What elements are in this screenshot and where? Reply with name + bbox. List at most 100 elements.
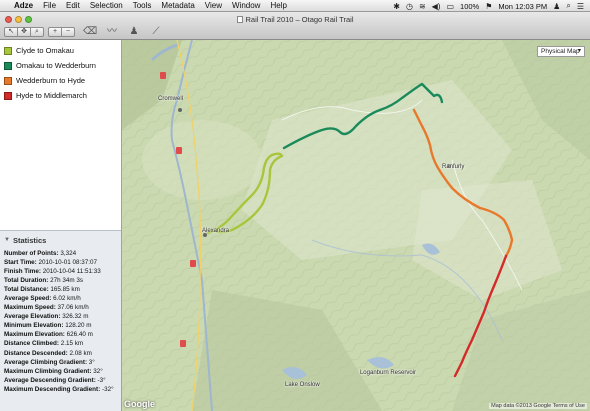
statistics-value: 3,324 xyxy=(60,250,77,257)
menu-edit[interactable]: Edit xyxy=(66,1,80,10)
map-label-cromwell: Cromwell xyxy=(158,96,184,102)
menu-file[interactable]: File xyxy=(43,1,56,10)
menu-tools[interactable]: Tools xyxy=(133,1,152,10)
pin-tool-icon[interactable]: ♟ xyxy=(127,26,141,38)
statistics-label: Maximum Speed: xyxy=(4,304,56,312)
toolbar: ↖ ✥ ⌕ + − ⌫ 〰 ♟ ⟋ xyxy=(4,26,163,38)
statistics-value: 32° xyxy=(93,367,103,375)
clock[interactable]: Mon 12:03 PM xyxy=(498,2,547,11)
statistics-label: Maximum Descending Gradient: xyxy=(4,385,101,393)
statistics-label: Distance Descended: xyxy=(4,349,68,357)
statistics-value: 2010-10-04 11:51:33 xyxy=(42,268,101,276)
zoom-tool-icon[interactable]: ⌕ xyxy=(30,27,44,37)
add-button[interactable]: + xyxy=(48,27,62,37)
track-color-swatch xyxy=(4,46,12,55)
google-logo[interactable]: Google xyxy=(124,399,155,409)
statistics-row: Maximum Climbing Gradient: 32° xyxy=(4,367,117,376)
statistics-rows: Number of Points: 3,324 Start Time: 2010-… xyxy=(4,249,117,394)
menu-help[interactable]: Help xyxy=(270,1,286,10)
window-title-text: Rail Trail 2010 – Otago Rail Trail xyxy=(245,15,354,24)
notification-list-icon[interactable]: ☰ xyxy=(577,2,584,11)
statistics-row: Distance Descended: 2.08 km xyxy=(4,349,117,358)
highway-shield-icon xyxy=(176,147,182,154)
statistics-value: 2010-10-01 08:37:07 xyxy=(38,259,98,267)
select-tool-icon[interactable]: ↖ xyxy=(4,27,18,37)
highway-shield-icon xyxy=(190,260,196,267)
track-name: Hyde to Middlemarch xyxy=(16,91,87,100)
statistics-value: 326.32 m xyxy=(62,313,89,321)
statistics-row: Distance Climbed: 2.15 km xyxy=(4,339,117,348)
map-label-ranfurly: Ranfurly xyxy=(442,164,465,170)
menu-window[interactable]: Window xyxy=(232,1,260,10)
track-name: Clyde to Omakau xyxy=(16,46,74,55)
menu-view[interactable]: View xyxy=(205,1,222,10)
statistics-label: Average Speed: xyxy=(4,295,52,303)
statistics-value: -3° xyxy=(97,376,106,384)
statistics-label: Finish Time: xyxy=(4,268,41,276)
track-color-swatch xyxy=(4,76,12,85)
map-type-select[interactable]: Physical Map xyxy=(537,46,585,57)
track-item[interactable]: Omakau to Wedderburn xyxy=(0,58,121,73)
bluetooth-icon[interactable]: ✱ xyxy=(393,2,400,11)
track-color-swatch xyxy=(4,61,12,70)
statistics-value: 37.06 km/h xyxy=(57,304,89,312)
menu-app-name[interactable]: Adze xyxy=(14,1,33,10)
track-name: Omakau to Wedderburn xyxy=(16,61,96,70)
status-tray: ✱ ◷ ≋ ◀) ▭ 100% ⚑ Mon 12:03 PM ♟ ⌕ ☰ xyxy=(393,0,584,12)
statistics-panel: ▼ Statistics Number of Points: 3,324 Star… xyxy=(0,230,121,411)
statistics-row: Maximum Elevation: 626.40 m xyxy=(4,330,117,339)
tag-tool-icon[interactable]: ⌫ xyxy=(83,26,97,38)
statistics-row: Minimum Elevation: 128.20 m xyxy=(4,321,117,330)
spotlight-search-icon[interactable]: ⌕ xyxy=(566,1,570,11)
statistics-row: Maximum Speed: 37.06 km/h xyxy=(4,303,117,312)
menu-selection[interactable]: Selection xyxy=(90,1,123,10)
menu-bar: Adze File Edit Selection Tools Metadata … xyxy=(0,0,590,12)
disclosure-triangle-icon[interactable]: ▼ xyxy=(4,237,10,243)
time-machine-icon[interactable]: ◷ xyxy=(406,2,413,11)
sidebar: Clyde to Omakau Omakau to Wedderburn Wed… xyxy=(0,40,122,411)
window-titlebar: Rail Trail 2010 – Otago Rail Trail ↖ ✥ ⌕… xyxy=(0,12,590,40)
map-label-lake-onslow: Lake Onslow xyxy=(285,382,320,388)
statistics-row: Average Elevation: 326.32 m xyxy=(4,312,117,321)
flag-icon[interactable]: ⚑ xyxy=(485,2,492,11)
statistics-value: 27h 34m 3s xyxy=(50,277,83,285)
track-item[interactable]: Wedderburn to Hyde xyxy=(0,73,121,88)
statistics-row: Start Time: 2010-10-01 08:37:07 xyxy=(4,258,117,267)
track-item[interactable]: Clyde to Omakau xyxy=(0,43,121,58)
statistics-value: 3° xyxy=(88,358,95,366)
highway-shield-icon xyxy=(160,72,166,79)
ruler-tool-icon[interactable]: ⟋ xyxy=(149,26,163,38)
map-credit[interactable]: Map data ©2013 Google Terms of Use xyxy=(489,403,587,409)
map-label-alexandra: Alexandra xyxy=(202,228,230,234)
statistics-label: Maximum Elevation: xyxy=(4,331,65,339)
statistics-header[interactable]: ▼ Statistics xyxy=(4,234,117,246)
volume-icon[interactable]: ◀) xyxy=(432,2,441,11)
move-tool-icon[interactable]: ✥ xyxy=(17,27,31,37)
statistics-label: Minimum Elevation: xyxy=(4,322,64,330)
statistics-value: 128.20 m xyxy=(65,322,92,330)
statistics-row: Total Duration: 27h 34m 3s xyxy=(4,276,117,285)
statistics-label: Average Descending Gradient: xyxy=(4,376,96,384)
statistics-row: Average Climbing Gradient: 3° xyxy=(4,358,117,367)
user-icon[interactable]: ♟ xyxy=(553,2,560,11)
remove-button[interactable]: − xyxy=(61,27,75,37)
battery-icon[interactable]: ▭ xyxy=(446,2,454,11)
statistics-label: Start Time: xyxy=(4,259,37,267)
wifi-icon[interactable]: ≋ xyxy=(419,2,426,11)
statistics-label: Average Climbing Gradient: xyxy=(4,358,88,366)
map-view[interactable]: Cromwell Alexandra Ranfurly Lake Onslow … xyxy=(122,40,590,411)
battery-percent: 100% xyxy=(460,1,480,11)
statistics-row: Average Descending Gradient: -3° xyxy=(4,376,117,385)
statistics-label: Number of Points: xyxy=(4,250,59,257)
town-marker-cromwell xyxy=(178,108,182,112)
menu-metadata[interactable]: Metadata xyxy=(161,1,194,10)
document-icon xyxy=(236,16,243,23)
statistics-label: Total Distance: xyxy=(4,286,49,294)
terrain-map[interactable] xyxy=(122,40,590,411)
statistics-value: -32° xyxy=(101,385,114,393)
track-name: Wedderburn to Hyde xyxy=(16,76,86,85)
track-item[interactable]: Hyde to Middlemarch xyxy=(0,88,121,103)
statistics-label: Average Elevation: xyxy=(4,313,61,321)
track-tool-icon[interactable]: 〰 xyxy=(105,26,119,38)
statistics-label: Maximum Climbing Gradient: xyxy=(4,367,92,375)
